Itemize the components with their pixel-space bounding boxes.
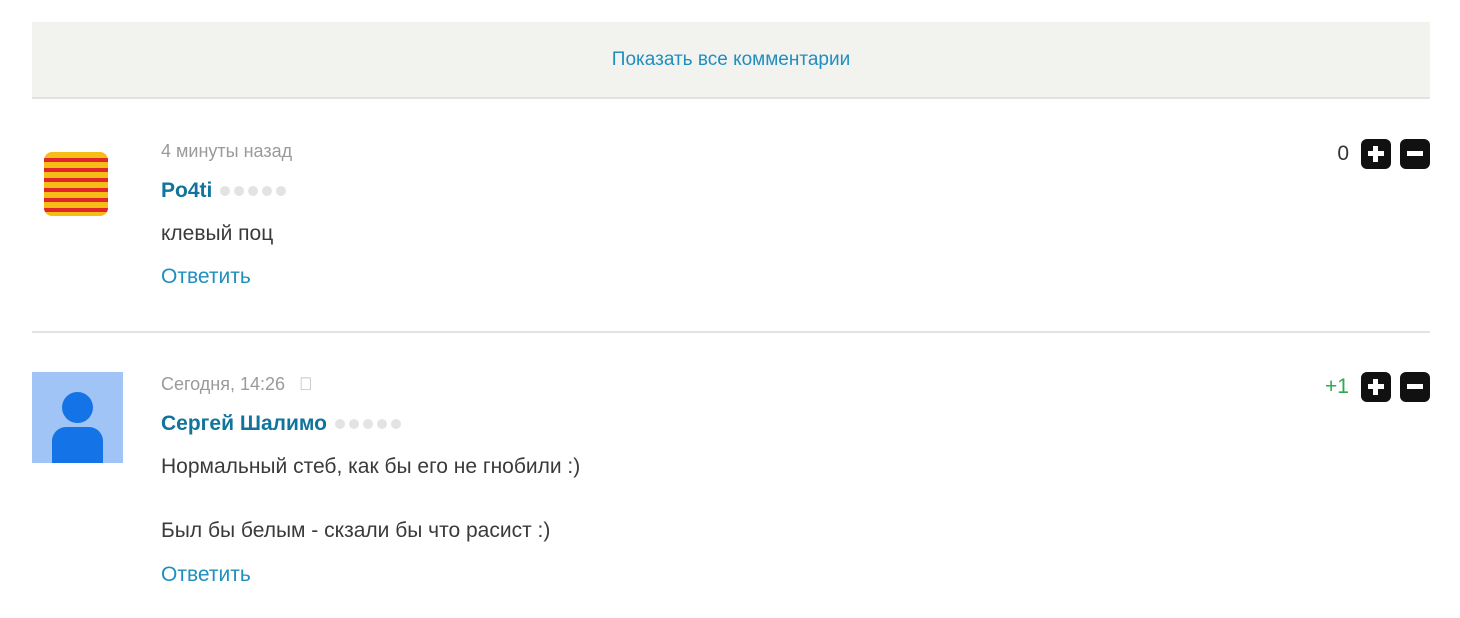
downvote-minus-icon[interactable] <box>1400 372 1430 402</box>
rank-dot <box>234 186 245 196</box>
comment-timestamp: Сегодня, 14:26  <box>161 374 313 395</box>
comment-text-line: Был бы белым - скзали бы что расист :) <box>161 519 551 542</box>
apple-icon:  <box>299 374 313 395</box>
comment-text-line: Нормальный стеб, как бы его не гнобили :… <box>161 455 581 478</box>
rank-dot <box>390 419 401 429</box>
comment-author: Po4ti <box>161 179 287 203</box>
rank-dot <box>276 186 287 196</box>
author-name[interactable]: Po4ti <box>161 179 212 203</box>
rank-dot <box>334 419 345 429</box>
comment-score: 0 <box>1337 142 1349 165</box>
comment-rating: 0 <box>1337 139 1430 169</box>
upvote-plus-icon[interactable] <box>1361 139 1391 169</box>
comments-section: Показать все комментарии 4 минуты назад … <box>0 0 1460 618</box>
user-silhouette-icon <box>62 392 93 423</box>
user-rank-dots <box>334 419 401 429</box>
upvote-plus-icon[interactable] <box>1361 372 1391 402</box>
rank-dot <box>348 419 359 429</box>
comment-score: +1 <box>1325 375 1349 398</box>
user-rank-dots <box>220 186 287 196</box>
rank-dot <box>262 186 273 196</box>
show-all-comments-bar[interactable]: Показать все комментарии <box>32 22 1430 99</box>
avatar[interactable] <box>32 372 123 463</box>
show-all-comments-link[interactable]: Показать все комментарии <box>612 49 850 71</box>
rank-dot <box>248 186 259 196</box>
comment-divider <box>32 331 1430 333</box>
reply-link[interactable]: Ответить <box>161 563 251 587</box>
author-name[interactable]: Сергей Шалимо <box>161 412 327 436</box>
comment-time: Сегодня, 14:26 <box>161 374 286 394</box>
comment-rating: +1 <box>1325 372 1430 402</box>
comment-text: клевый поц <box>161 222 274 245</box>
comment-timestamp: 4 минуты назад <box>161 141 293 161</box>
avatar[interactable] <box>44 152 108 216</box>
comment-author: Сергей Шалимо <box>161 412 401 436</box>
reply-link[interactable]: Ответить <box>161 265 251 289</box>
downvote-minus-icon[interactable] <box>1400 139 1430 169</box>
rank-dot <box>376 419 387 429</box>
rank-dot <box>362 419 373 429</box>
rank-dot <box>220 186 231 196</box>
